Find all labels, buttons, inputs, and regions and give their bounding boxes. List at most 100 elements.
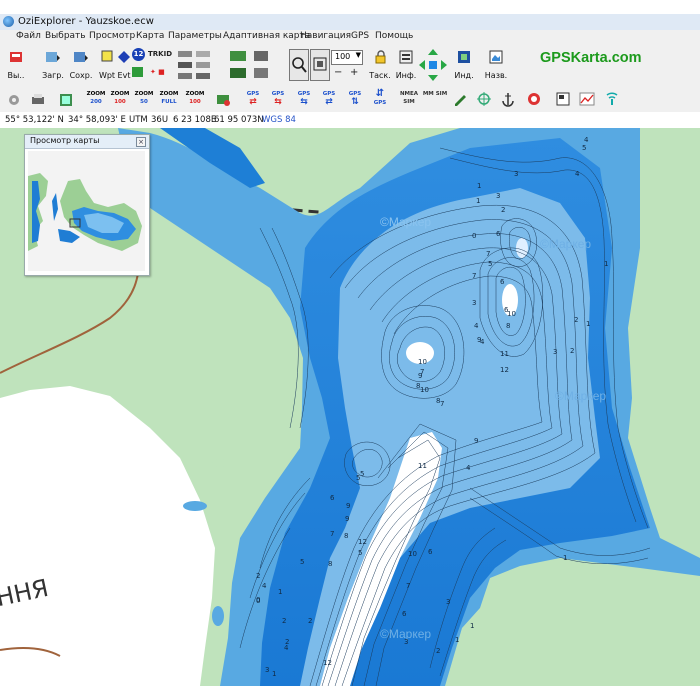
open-map-icon <box>46 52 60 62</box>
secondary-toolbar: ZOOM 200 ZOOM 100 ZOOM 50 ZOOM FULL ZOOM 100 … <box>0 87 700 113</box>
map-layers-icon[interactable] <box>216 92 232 108</box>
overview-title: Просмотр карты <box>30 136 100 145</box>
nmea-sim-button[interactable]: NMEA SIM <box>396 90 422 109</box>
lifebuoy-icon[interactable] <box>526 91 542 107</box>
depth-label: 1 <box>563 554 567 562</box>
depth-label: 1 <box>455 636 459 644</box>
name-button[interactable]: Назв. <box>481 47 511 85</box>
task-button[interactable]: Таск. <box>366 47 394 85</box>
select-area-button[interactable] <box>310 49 330 81</box>
menu-adaptive[interactable]: Адаптивная карта <box>223 31 310 41</box>
gps-route-button[interactable]: GPS ⇆ <box>293 90 315 109</box>
map-tools-icons[interactable] <box>228 48 288 84</box>
menu-select[interactable]: Выбрать <box>45 31 86 41</box>
depth-label: 3 <box>265 666 269 674</box>
track-icon[interactable] <box>132 67 143 77</box>
depth-label: 10 <box>507 310 516 318</box>
menu-bar: Файл Выбрать Просмотр Карта Параметры Ад… <box>0 30 700 45</box>
latitude-readout: 55° 53,122' N <box>5 115 64 125</box>
close-icon[interactable]: × <box>136 137 146 147</box>
save-map-icon <box>74 52 88 62</box>
overview-title-bar[interactable]: Просмотр карты × <box>25 135 149 149</box>
title-bar: OziExplorer - Yauzskoe.ecw <box>0 14 700 31</box>
magnifier-icon <box>292 57 307 73</box>
overview-minimap[interactable] <box>28 151 145 271</box>
depth-label: 4 <box>466 464 471 472</box>
menu-gps[interactable]: GPS <box>351 31 369 41</box>
depth-label: 3 <box>553 348 557 356</box>
depth-label: 1 <box>272 670 276 678</box>
menu-help[interactable]: Помощь <box>375 31 413 41</box>
depth-label: 3 <box>496 192 500 200</box>
depth-label: 9 <box>474 437 478 445</box>
crosshair-icon[interactable] <box>476 91 492 107</box>
map-window-icon[interactable] <box>58 92 74 108</box>
depth-label: 4 <box>262 582 267 590</box>
depth-label: 7 <box>406 582 410 590</box>
name-map-icon <box>489 50 503 64</box>
menu-file[interactable]: Файл <box>16 31 41 41</box>
gps-moving-map-button[interactable]: GPS ⇅ <box>344 90 366 109</box>
menu-map[interactable]: Карта <box>136 31 164 41</box>
coordinate-status-bar: 55° 53,122' N 34° 58,093' E UTM 36U 6 23… <box>0 112 700 129</box>
deep-pit-north <box>516 238 528 258</box>
print-icon[interactable] <box>30 92 46 108</box>
graph-icon[interactable] <box>579 91 595 107</box>
depth-label: 5 <box>300 558 304 566</box>
properties-icon[interactable] <box>555 91 571 107</box>
zoom-100-button[interactable]: ZOOM 100 <box>109 90 131 109</box>
depth-label: 8 <box>436 397 440 405</box>
minimap-canvas[interactable] <box>28 151 145 271</box>
gps-connect-button[interactable]: ⇵ GPS <box>369 89 391 109</box>
gps-track-button[interactable]: GPS ⇄ <box>318 90 340 109</box>
depth-label: 7 <box>440 400 444 408</box>
northing-readout: 61 95 073N <box>214 115 264 125</box>
zoom-200-button[interactable]: ZOOM 200 <box>85 90 107 109</box>
settings-icon[interactable] <box>6 92 22 108</box>
find-button[interactable] <box>289 49 309 81</box>
depth-label: 3 <box>404 638 408 646</box>
zoom-full-button[interactable]: ZOOM FULL <box>158 90 180 109</box>
edit-tools-icons[interactable] <box>176 48 224 84</box>
pond <box>183 501 207 511</box>
depth-label: 2 <box>282 617 286 625</box>
depth-label: 5 <box>488 260 492 268</box>
depth-label: 11 <box>418 462 427 470</box>
menu-params[interactable]: Параметры <box>168 31 222 41</box>
track-id-label[interactable]: TRKID <box>148 50 172 58</box>
select-area-icon <box>313 57 327 71</box>
save-button[interactable]: Сохр. <box>66 47 96 85</box>
route-badge[interactable]: 12 <box>132 48 145 61</box>
menu-navigation[interactable]: Навигация <box>300 31 351 41</box>
zoom-100-alt-button[interactable]: ZOOM 100 <box>184 90 206 109</box>
map-view[interactable]: ©Маркер ©Маркер ©Маркер ©Маркер ННЯ 1 1 … <box>0 128 700 686</box>
depth-label: 1 <box>278 588 282 596</box>
mm-sim-button[interactable]: MM SIM <box>422 90 448 109</box>
zoom-in-button[interactable]: + <box>350 67 358 78</box>
gps-receive-wpt-button[interactable]: GPS ⇆ <box>267 90 289 109</box>
mark-icons[interactable]: ✦ ■ <box>150 68 165 76</box>
app-globe-icon <box>3 16 14 27</box>
overview-panel[interactable]: Просмотр карты × <box>24 134 150 276</box>
move-arrows-icon[interactable] <box>418 48 448 82</box>
depth-label: 5 <box>582 144 586 152</box>
pen-icon[interactable] <box>452 91 468 107</box>
gps-send-wpt-button[interactable]: GPS ⇄ <box>242 90 264 109</box>
info-button[interactable]: Инф. <box>393 47 419 85</box>
menu-view[interactable]: Просмотр <box>89 31 135 41</box>
load-button[interactable]: Вы.. <box>2 47 30 85</box>
signal-icon[interactable] <box>604 91 620 107</box>
zoom-select[interactable]: 100 ▼ <box>331 50 363 65</box>
zoom-out-button[interactable]: − <box>334 67 342 78</box>
main-toolbar: Вы.. Загр. Сохр. Wpt Evt 12 TRKID ✦ ■ 10… <box>0 45 700 88</box>
watermark: ©Маркер <box>540 237 591 251</box>
anchor-icon[interactable] <box>500 91 516 107</box>
depth-label: 0 <box>472 232 476 240</box>
depth-label: 6 <box>330 494 335 502</box>
depth-label: 12 <box>323 659 332 667</box>
index-button[interactable]: Инд. <box>451 47 477 85</box>
open-button[interactable]: Загр. <box>38 47 68 85</box>
zoom-50-button[interactable]: ZOOM 50 <box>133 90 155 109</box>
depth-label: 6 <box>428 548 433 556</box>
depth-label: 12 <box>500 366 509 374</box>
